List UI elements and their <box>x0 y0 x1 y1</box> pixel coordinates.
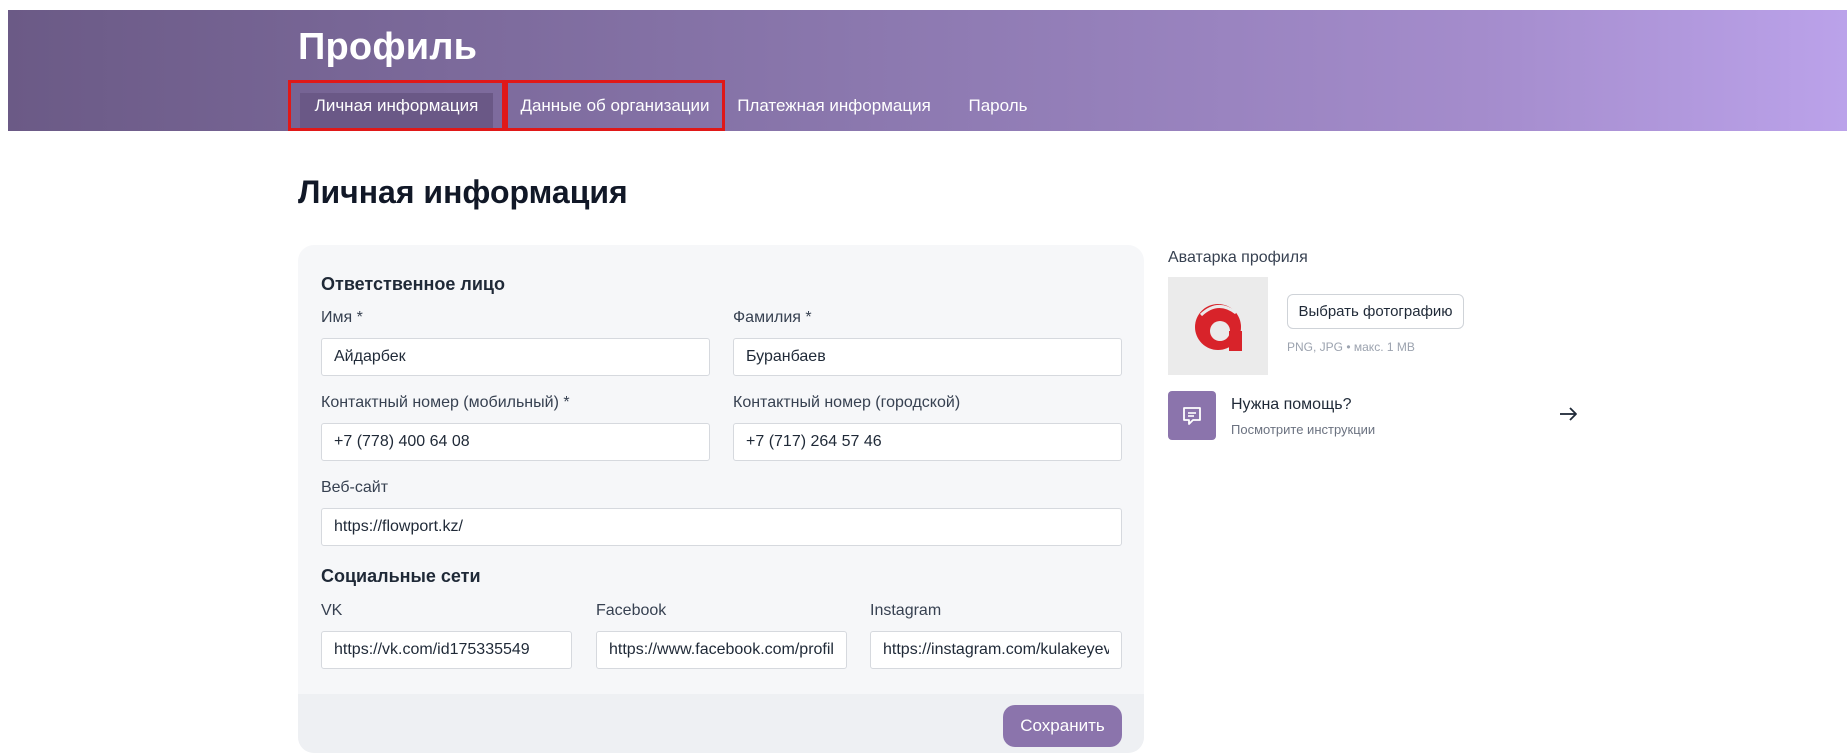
instagram-label: Instagram <box>870 602 942 619</box>
page-title: Профиль <box>298 26 478 68</box>
instagram-input[interactable] <box>870 631 1122 669</box>
last-name-input[interactable] <box>733 338 1122 376</box>
tab-label: Платежная информация <box>737 95 931 115</box>
personal-info-form: Ответственное лицо Имя * Фамилия * Конта… <box>298 245 1144 753</box>
landline-phone-label: Контактный номер (городской) <box>733 394 961 411</box>
choose-photo-button[interactable]: Выбрать фотографию <box>1287 294 1464 329</box>
tab-label: Данные об организации <box>520 95 710 115</box>
social-networks-title: Социальные сети <box>321 566 481 586</box>
first-name-input[interactable] <box>321 338 710 376</box>
mobile-phone-input[interactable] <box>321 423 710 461</box>
save-button[interactable]: Сохранить <box>1003 705 1122 747</box>
tab-organization-data[interactable]: Данные об организации <box>505 80 725 131</box>
avatar-preview <box>1168 277 1268 375</box>
logo-icon <box>1195 304 1242 351</box>
chat-icon <box>1183 406 1201 425</box>
vk-label: VK <box>321 602 343 619</box>
avatar-format-hint: PNG, JPG • макс. 1 MB <box>1287 340 1415 354</box>
help-subtitle[interactable]: Посмотрите инструкции <box>1231 422 1375 437</box>
facebook-input[interactable] <box>596 631 847 669</box>
section-title: Личная информация <box>298 174 628 210</box>
responsible-person-title: Ответственное лицо <box>321 274 505 294</box>
tab-label: Личная информация <box>314 95 479 115</box>
website-label: Веб-сайт <box>321 479 389 496</box>
avatar-label: Аватарка профиля <box>1168 249 1308 266</box>
landline-phone-input[interactable] <box>733 423 1122 461</box>
first-name-label: Имя * <box>321 309 363 326</box>
tab-label: Пароль <box>968 95 1028 115</box>
website-input[interactable] <box>321 508 1122 546</box>
tab-payment-info[interactable]: Платежная информация <box>734 80 934 131</box>
arrow-right-icon[interactable] <box>1557 403 1579 425</box>
last-name-label: Фамилия * <box>733 309 812 326</box>
vk-input[interactable] <box>321 631 572 669</box>
tab-password[interactable]: Пароль <box>956 80 1040 131</box>
tab-personal-info[interactable]: Личная информация <box>288 80 505 131</box>
facebook-label: Facebook <box>596 602 667 619</box>
help-icon-box[interactable] <box>1168 391 1216 440</box>
help-title[interactable]: Нужна помощь? <box>1231 396 1351 414</box>
mobile-phone-label: Контактный номер (мобильный) * <box>321 394 570 411</box>
